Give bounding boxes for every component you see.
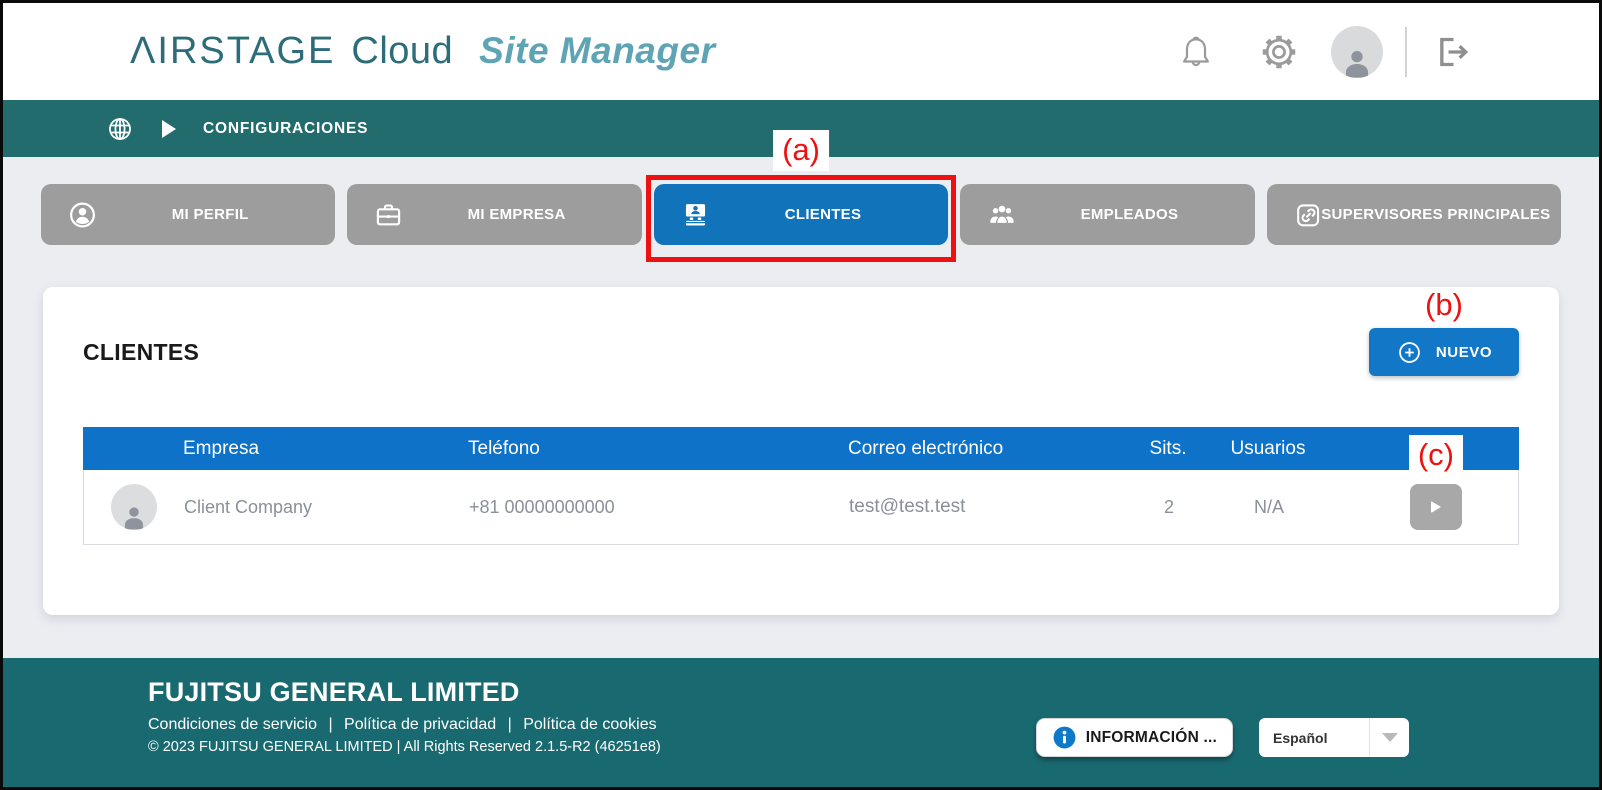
avatar-icon — [124, 507, 144, 530]
settings-tabs: MI PERFIL MI EMPRESA CLIENTES (a) EMPLEA… — [3, 130, 1599, 262]
column-header-correo: Correo electrónico — [848, 437, 1004, 459]
footer-controls: INFORMACIÓN ... Español — [1035, 718, 1409, 757]
settings-button[interactable] — [1257, 30, 1301, 74]
clients-table: Empresa Teléfono Correo electrónico Sits… — [83, 427, 1519, 545]
bell-icon — [1183, 36, 1209, 66]
link-separator: | — [328, 716, 333, 733]
tab-mi-empresa[interactable]: MI EMPRESA — [347, 184, 642, 245]
link-terms[interactable]: Condiciones de servicio — [148, 716, 317, 733]
info-circle-icon — [1053, 726, 1076, 749]
app-window: ΛIRSTAGE Cloud Site Manager CONFIGURACIO… — [0, 0, 1602, 790]
top-bar: ΛIRSTAGE Cloud Site Manager — [3, 3, 1599, 100]
link-separator: | — [507, 716, 512, 733]
person-circle-icon — [67, 199, 98, 230]
client-avatar — [84, 484, 184, 530]
contact-badge-icon — [680, 199, 711, 230]
column-header-telefono: Teléfono — [468, 437, 540, 459]
main-content: MI PERFIL MI EMPRESA CLIENTES (a) EMPLEA… — [3, 130, 1599, 658]
tab-mi-perfil[interactable]: MI PERFIL — [41, 184, 336, 245]
brand-product: Site Manager — [479, 30, 716, 71]
table-header-row: Empresa Teléfono Correo electrónico Sits… — [83, 427, 1519, 470]
chevron-down-icon — [1381, 733, 1398, 742]
breadcrumb-bar: CONFIGURACIONES — [3, 100, 1599, 157]
tab-supervisores-principales[interactable]: SUPERVISORES PRINCIPALES — [1266, 184, 1562, 245]
cell-telefono: +81 00000000000 — [469, 496, 615, 517]
column-header-sits: Sits. — [1149, 437, 1187, 459]
page-title: CLIENTES — [83, 338, 200, 365]
link-cookies[interactable]: Política de cookies — [523, 716, 656, 733]
header-divider — [1405, 26, 1407, 77]
footer: FUJITSU GENERAL LIMITED Condiciones de s… — [3, 658, 1599, 787]
globe-icon[interactable] — [106, 115, 134, 143]
logout-button[interactable] — [1431, 32, 1471, 72]
people-group-icon — [986, 199, 1018, 230]
user-avatar-button[interactable] — [1331, 25, 1383, 78]
avatar-icon — [1345, 50, 1369, 78]
cell-correo: test@test.test — [849, 496, 966, 517]
clients-panel-header: CLIENTES NUEVO (b) — [43, 287, 1559, 376]
cell-actions — [1329, 484, 1518, 530]
language-selected-value: Español — [1273, 729, 1328, 746]
link-privacy[interactable]: Política de privacidad — [344, 716, 496, 733]
brand-logo: ΛIRSTAGE Cloud Site Manager — [130, 30, 715, 73]
cell-usuarios: N/A — [1253, 496, 1284, 517]
plus-circle-icon — [1398, 341, 1420, 363]
logout-icon — [1440, 37, 1469, 66]
new-client-button[interactable]: NUEVO (b) — [1369, 287, 1519, 376]
cell-sits: 2 — [1163, 496, 1174, 517]
tab-empleados[interactable]: EMPLEADOS — [960, 184, 1255, 245]
information-button[interactable]: INFORMACIÓN ... — [1035, 718, 1233, 757]
column-header-empresa: Empresa — [183, 437, 260, 459]
tab-clientes[interactable]: CLIENTES (a) — [645, 130, 957, 262]
chain-link-icon — [1293, 199, 1324, 230]
briefcase-icon — [373, 199, 404, 230]
cell-empresa: Client Company — [184, 496, 313, 517]
notifications-button[interactable] — [1177, 32, 1215, 72]
clients-panel: CLIENTES NUEVO (b) Empresa Teléfono Corr… — [43, 287, 1559, 615]
column-header-usuarios: Usuarios — [1230, 437, 1306, 459]
brand-airstage: ΛIRSTAGE — [130, 30, 336, 72]
information-button-label: INFORMACIÓN ... — [1085, 728, 1217, 746]
brand-cloud: Cloud — [351, 30, 454, 72]
triangle-right-icon — [162, 119, 176, 138]
gear-icon — [1262, 35, 1296, 68]
new-client-button-label: NUEVO — [1435, 343, 1493, 361]
language-select[interactable]: Español — [1259, 718, 1409, 757]
header-actions — [1177, 25, 1471, 78]
arrow-right-icon — [1431, 501, 1441, 513]
table-row: Client Company +81 00000000000 test@test… — [83, 470, 1519, 545]
language-dropdown-zone[interactable] — [1369, 718, 1409, 757]
annotation-label-b: (b) — [1425, 287, 1463, 323]
footer-company-name: FUJITSU GENERAL LIMITED — [148, 677, 520, 707]
open-client-button[interactable] — [1410, 484, 1462, 530]
breadcrumb: CONFIGURACIONES — [203, 119, 369, 137]
